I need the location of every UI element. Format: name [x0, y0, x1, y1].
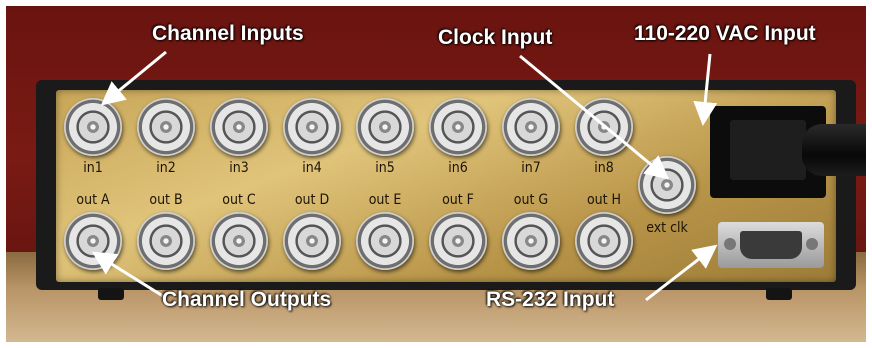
- caption-channel-outputs: Channel Outputs: [162, 288, 332, 311]
- arrow-channel-outputs: [91, 251, 167, 300]
- photo-scene: in1 in2 in3 in4 in5 in6 in7 in8 out A ou…: [6, 6, 866, 342]
- arrow-channel-inputs: [100, 50, 167, 106]
- arrow-rs232-input: [645, 244, 718, 302]
- annotation-arrows: [91, 50, 718, 302]
- arrow-power-input: [693, 53, 718, 126]
- caption-channel-inputs: Channel Inputs: [152, 22, 304, 45]
- caption-clock-input: Clock Input: [438, 26, 553, 49]
- caption-rs232-input: RS-232 Input: [486, 288, 615, 311]
- arrow-clock-input: [519, 54, 670, 180]
- caption-power-input: 110-220 VAC Input: [634, 22, 816, 45]
